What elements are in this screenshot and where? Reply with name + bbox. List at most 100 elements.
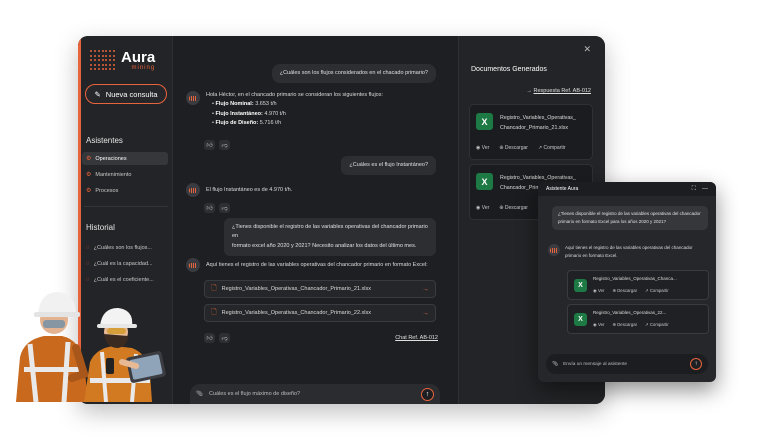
assistants-heading: Asistentes [86,136,123,145]
assistant-user-message: ¿Tienes disponible el registro de las va… [552,206,708,231]
chat-input-text[interactable]: Cuáles es el flujo máximo de diseño? [209,391,300,397]
list-item: Flujo de Diseño: 5.716 t/h [212,119,383,128]
assistant-input[interactable]: 📎︎ Envía un mensaje al asistente ↑ [546,354,708,374]
new-chat-button[interactable]: ✎ Nueva consulta [85,84,167,104]
download-button[interactable]: ⊕ Descargar [499,145,528,151]
view-button[interactable]: ◉ Ver [593,322,604,328]
logo-mark-icon [90,50,116,72]
sidebar-item-operaciones[interactable]: ⚙ Operaciones [82,152,168,165]
documents-title: Documentos Generados [471,66,547,73]
bot-message: Hola Héctor, en el chancado primario se … [186,91,383,128]
thumbs-up-icon[interactable]: 👍︎ [204,203,215,213]
share-button[interactable]: ↗ Compartir [645,322,669,328]
sidebar-item-label: Operaciones [95,155,127,162]
thumbs-up-icon[interactable]: 👍︎ [204,333,215,343]
bot-message: Aquí tienes el registro de las variables… [186,258,428,272]
document-name: Registro_Variables_Operativas_Chanca... [593,276,677,281]
user-message-line: ¿Tienes disponible el registro de las va… [232,224,428,240]
brand-name: Aura [121,49,156,66]
gear-icon: ⚙ [86,156,92,162]
file-attachment[interactable]: 🗋 Registro_Variables_Operativas_Chancado… [204,304,436,322]
document-actions: ◉ Ver ⊕ Descargar [476,205,528,211]
bot-message-text: Aquí tienes el registro de las variables… [206,262,428,268]
bot-message-text: Hola Héctor, en el chancado primario se … [206,92,384,98]
file-icon: 🗋 [211,308,217,316]
close-icon[interactable]: ✕ [583,44,591,55]
thumbs-up-icon[interactable]: 👍︎ [204,140,215,150]
brand-logo: Aura mining [90,50,155,72]
file-name: Registro_Variables_Operativas_Chancador_… [221,286,372,292]
sidebar-item-procesos[interactable]: ⚙ Procesos [82,184,168,197]
user-message-line: formato excel año 2020 y 2021? Necesito … [232,242,417,249]
gear-icon: ⚙ [86,188,92,194]
excel-file-icon: X [574,279,587,292]
assistant-file-card[interactable]: X Registro_Variables_Operativas_Chanca..… [567,270,709,300]
paperclip-icon[interactable]: 📎︎ [196,391,203,397]
arrow-right-icon: → [526,88,532,94]
document-actions: ◉ Ver ⊕ Descargar ↗ Compartir [476,145,566,151]
bot-avatar-icon [186,183,200,197]
document-name: Registro_Variables_Operativas_22... [593,310,667,315]
bot-avatar-icon [186,258,200,272]
share-button[interactable]: ↗ Compartir [645,288,669,294]
list-item: Flujo Nominal: 3.653 t/h [212,100,383,109]
thumbs-down-icon[interactable]: 👎︎ [219,203,230,213]
mining-workers-illustration [16,292,166,402]
screenshot-root: Aura mining ✎ Nueva consulta Asistentes … [0,0,757,447]
excel-file-icon: X [574,313,587,326]
history-heading: Historial [86,223,115,232]
history-item[interactable]: ◌ ¿Cuáles son los flujos... [82,241,168,254]
expand-icon[interactable]: ⛶ [692,186,696,193]
assistant-header: Asistente Aura ⛶ — [538,182,716,196]
download-button[interactable]: ⊕ Descargar [612,322,637,328]
arrow-right-icon: → [422,309,429,317]
feedback-buttons: 👍︎ 👎︎ [204,333,230,343]
assistant-title: Asistente Aura [546,186,579,192]
user-message: ¿Cuáles son los flujos considerados en e… [271,64,436,84]
document-actions: ◉ Ver ⊕ Descargar ↗ Compartir [593,322,669,328]
response-reference-label: Respuesta Ref. AB-012 [533,88,591,94]
sidebar-divider [84,206,168,207]
send-button[interactable]: ↑ [421,387,434,401]
new-chat-label: Nueva consulta [105,89,158,99]
document-card[interactable]: X Registro_Variables_Operativas_ Chancad… [469,104,593,160]
chat-icon: ◌ [86,244,90,251]
history-item-label: ¿Cuáles son los flujos... [93,244,152,251]
arrow-right-icon: → [422,285,429,293]
chat-input[interactable]: 📎︎ Cuáles es el flujo máximo de diseño? … [190,384,440,404]
assistant-window: Asistente Aura ⛶ — ¿Tienes disponible el… [538,182,716,382]
bot-message-text: El flujo Instantáneo es de 4.970 t/h. [206,187,293,193]
sidebar-item-mantenimiento[interactable]: ⚙ Mantenimiento [82,168,168,181]
bot-avatar-icon [186,91,200,105]
chat-reference-link[interactable]: Chat Ref. AB-012 [395,335,438,341]
assistant-input-placeholder[interactable]: Envía un mensaje al asistente [563,362,627,367]
sidebar-item-label: Procesos [95,187,119,194]
view-button[interactable]: ◉ Ver [593,288,604,294]
paperclip-icon[interactable]: 📎︎ [552,362,558,367]
response-reference-link[interactable]: → Respuesta Ref. AB-012 [526,88,591,94]
download-button[interactable]: ⊕ Descargar [612,288,637,294]
thumbs-down-icon[interactable]: 👎︎ [219,333,230,343]
assistant-file-card[interactable]: X Registro_Variables_Operativas_22... ◉ … [567,304,709,334]
file-icon: 🗋 [211,284,217,292]
view-button[interactable]: ◉ Ver [476,145,489,151]
excel-file-icon: X [476,113,493,130]
thumbs-down-icon[interactable]: 👎︎ [219,140,230,150]
list-item: Flujo Instantáneo: 4.970 t/h [212,110,383,119]
view-button[interactable]: ◉ Ver [476,205,489,211]
bot-avatar-icon [548,244,560,256]
bot-message: El flujo Instantáneo es de 4.970 t/h. [186,183,292,197]
document-actions: ◉ Ver ⊕ Descargar ↗ Compartir [593,288,669,294]
download-button[interactable]: ⊕ Descargar [499,205,528,211]
feedback-buttons: 👍︎ 👎︎ [204,140,230,150]
feedback-buttons: 👍︎ 👎︎ [204,203,230,213]
user-message: ¿Cuáles es el flujo Instantáneo? [341,156,436,176]
user-message: ¿Tienes disponible el registro de las va… [224,218,436,257]
share-button[interactable]: ↗ Compartir [538,145,566,151]
send-button[interactable]: ↑ [690,358,702,370]
document-name: Registro_Variables_Operativas_ Chancador… [500,115,576,131]
file-attachment[interactable]: 🗋 Registro_Variables_Operativas_Chancado… [204,280,436,298]
excel-file-icon: X [476,173,493,190]
sidebar-item-label: Mantenimiento [95,171,132,178]
minimize-icon[interactable]: — [702,186,708,193]
